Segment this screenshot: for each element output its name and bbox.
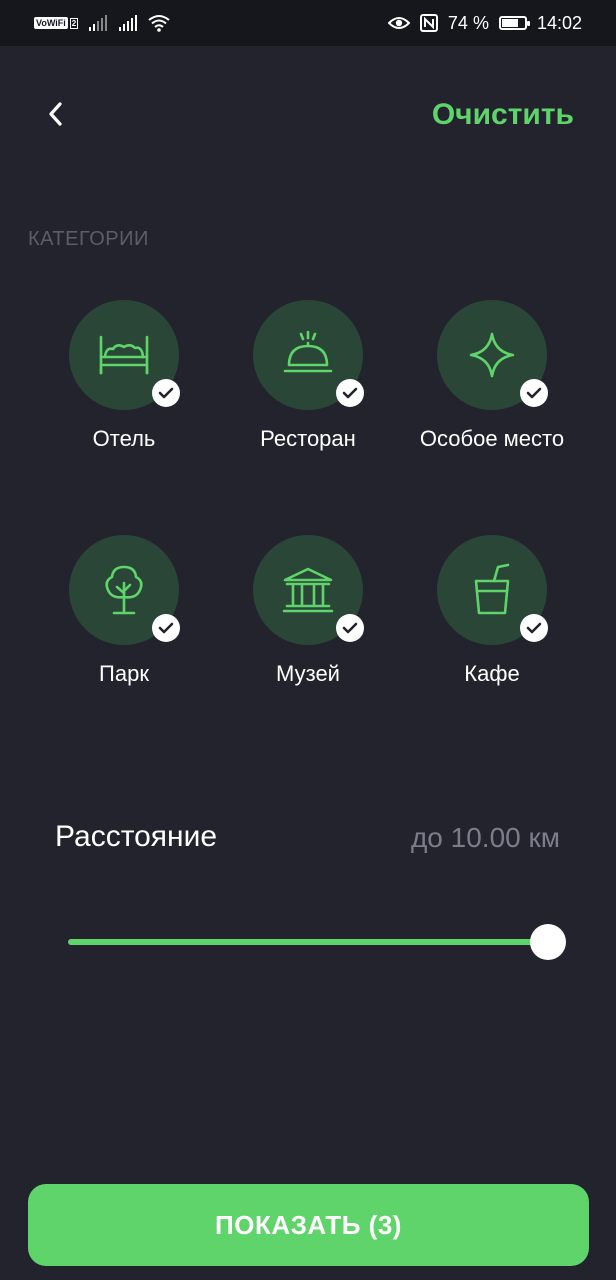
selected-check-icon (152, 614, 180, 642)
distance-value: до 10.00 км (410, 822, 560, 853)
selected-check-icon (520, 614, 548, 642)
slider-fill (68, 939, 548, 945)
distance-title: Расстояние (55, 820, 218, 853)
category-label: Парк (99, 661, 149, 686)
wifi-icon (148, 15, 170, 32)
category-label: Ресторан (260, 426, 356, 451)
drink-cup-icon (474, 563, 510, 615)
category-hotel[interactable]: Отель (24, 300, 224, 452)
category-special-place[interactable]: Особое место (392, 300, 592, 452)
selected-check-icon (336, 379, 364, 407)
category-icon-circle (253, 300, 364, 410)
filter-screen: VoWiFi 2 74 % 14:02 Очистить КАТЕГОРИИ О… (0, 0, 616, 1280)
signal-icon (89, 15, 108, 31)
category-museum[interactable]: Музей (208, 535, 408, 687)
selected-check-icon (336, 614, 364, 642)
battery-level (501, 19, 519, 27)
tree-icon (105, 565, 143, 615)
vowifi-number: 2 (69, 17, 79, 29)
clear-button[interactable]: Очистить (432, 96, 574, 134)
category-park[interactable]: Парк (24, 535, 224, 687)
signal-icon (119, 15, 138, 31)
category-label: Кафе (464, 661, 520, 686)
category-label: Отель (92, 426, 156, 451)
category-label: Музей (276, 661, 340, 686)
clock: 14:02 (536, 12, 582, 33)
cloche-icon (283, 330, 333, 373)
sparkle-icon (469, 332, 515, 378)
category-icon-circle (437, 535, 548, 645)
category-cafe[interactable]: Кафе (392, 535, 592, 687)
battery-icon (498, 16, 530, 30)
nfc-icon (419, 14, 438, 32)
eye-icon (387, 17, 410, 29)
selected-check-icon (520, 379, 548, 407)
category-label: Особое место (419, 426, 565, 451)
vowifi-indicator: VoWiFi 2 (34, 17, 79, 29)
museum-icon (282, 567, 334, 613)
bed-icon (99, 335, 149, 375)
status-bar-left: VoWiFi 2 (34, 14, 170, 32)
status-bar-right: 74 % 14:02 (387, 12, 582, 34)
show-results-button[interactable]: ПОКАЗАТЬ (3) (28, 1184, 589, 1266)
chevron-left-icon (49, 102, 62, 126)
vowifi-label: VoWiFi (34, 17, 68, 29)
category-icon-circle (69, 300, 180, 410)
category-icon-circle (437, 300, 548, 410)
category-icon-circle (253, 535, 364, 645)
categories-title: КАТЕГОРИИ (28, 228, 149, 250)
back-button[interactable] (38, 96, 74, 132)
battery-percent: 74 % (447, 12, 489, 33)
status-bar: VoWiFi 2 74 % 14:02 (0, 0, 616, 46)
category-icon-circle (69, 535, 180, 645)
slider-thumb[interactable] (530, 924, 566, 960)
selected-check-icon (152, 379, 180, 407)
distance-slider[interactable] (68, 924, 566, 960)
category-restaurant[interactable]: Ресторан (208, 300, 408, 452)
